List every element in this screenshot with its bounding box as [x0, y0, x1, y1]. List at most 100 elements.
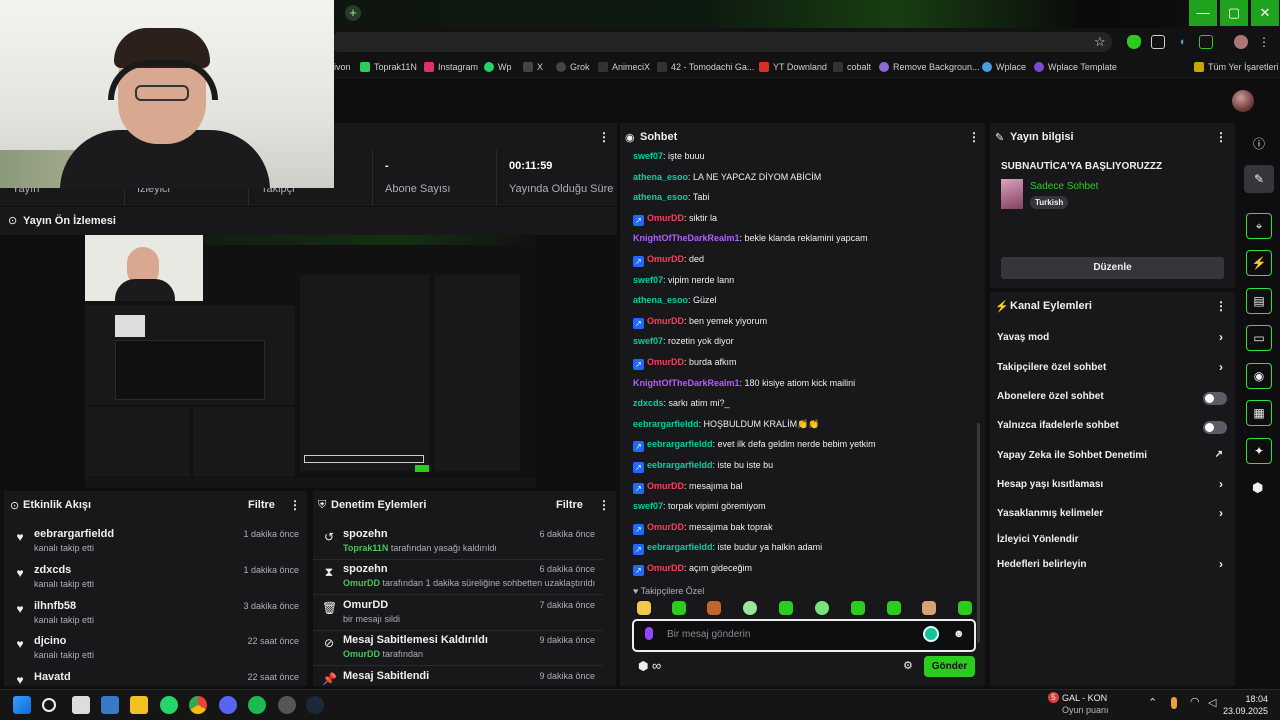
send-button[interactable]: Gönder: [924, 656, 975, 677]
chat-username[interactable]: swef07: [633, 151, 663, 161]
moderator-badge-icon[interactable]: ↗: [633, 523, 644, 535]
list-item[interactable]: ♥ zdxcds kanalı takip etti 1 dakika önce: [4, 560, 307, 596]
shield-extension-icon[interactable]: [1127, 35, 1141, 49]
address-bar[interactable]: [330, 32, 1112, 52]
chat-icon[interactable]: ▭: [1246, 325, 1272, 351]
chat-message[interactable]: ↗ OmurDD: mesajıma bal: [633, 479, 743, 494]
chat-message[interactable]: ↗ OmurDD: mesajıma bak toprak: [633, 520, 773, 535]
slow-mode-row[interactable]: Yavaş mod ›: [990, 330, 1235, 350]
wrench-icon[interactable]: ✦: [1246, 438, 1272, 464]
task-view-icon[interactable]: [72, 696, 90, 714]
windows-start-icon[interactable]: [13, 696, 31, 714]
chat-settings-gear-icon[interactable]: ⚙: [903, 659, 913, 672]
steam-icon[interactable]: [306, 696, 324, 714]
bookmark-item[interactable]: AnimeciX: [598, 60, 650, 74]
screenshot-extension-icon[interactable]: [1151, 35, 1165, 49]
emote-icon[interactable]: [887, 601, 901, 615]
chat-message[interactable]: swef07: torpak vipimi göremiyom: [633, 499, 766, 513]
bookmark-item[interactable]: YT Downland: [759, 60, 827, 74]
moderator-badge-icon[interactable]: ↗: [633, 441, 644, 453]
bookmark-item[interactable]: cobalt: [833, 60, 871, 74]
chat-message[interactable]: eebrargarfieldd: HOŞBULDUM KRALİM👏👏: [633, 417, 819, 431]
clock-date[interactable]: 23.09.2025: [1218, 706, 1268, 716]
stream-info-more-icon[interactable]: ⋮: [1215, 130, 1227, 144]
wifi-icon[interactable]: ◠: [1190, 695, 1200, 708]
ai-moderation-row[interactable]: Yapay Zeka ile Sohbet Denetimi ↗: [990, 449, 1235, 468]
scan-icon[interactable]: ⌖: [1246, 213, 1272, 239]
list-item[interactable]: ⧗ spozehn OmurDD tarafından 1 dakika sürel…: [313, 559, 603, 595]
chat-username[interactable]: KnightOfTheDarkRealm1: [633, 378, 740, 388]
bolt-icon[interactable]: ⚡: [1246, 250, 1272, 276]
moderator-badge-icon[interactable]: ↗: [633, 565, 644, 576]
list-item[interactable]: 🗑 OmurDD bir mesajı sildi 7 dakika önce: [313, 595, 603, 631]
clock-time[interactable]: 18:04: [1226, 694, 1268, 704]
grammarly-icon[interactable]: [923, 626, 939, 642]
chrome-icon[interactable]: [189, 696, 207, 714]
emoji-picker-icon[interactable]: ☻: [953, 628, 965, 640]
info-icon[interactable]: ⓘ: [1253, 135, 1265, 152]
moderator-badge-icon[interactable]: ↗: [633, 256, 644, 267]
chat-message[interactable]: KnightOfTheDarkRealm1: bekle klanda rekl…: [633, 231, 868, 245]
microphone-icon[interactable]: [645, 627, 653, 640]
emote-icon[interactable]: [743, 601, 757, 615]
chat-username[interactable]: KnightOfTheDarkRealm1: [633, 233, 740, 243]
chat-username[interactable]: zdxcds: [633, 398, 664, 408]
category-thumbnail[interactable]: [1001, 179, 1023, 209]
whatsapp-icon[interactable]: [160, 696, 178, 714]
emote-icon[interactable]: [922, 601, 936, 615]
chat-username[interactable]: swef07: [633, 501, 663, 511]
emote-icon[interactable]: [779, 601, 793, 615]
bookmark-item[interactable]: Instagram: [424, 60, 478, 74]
chat-username[interactable]: swef07: [633, 336, 663, 346]
chat-message[interactable]: swef07: işte buuu: [633, 149, 705, 163]
moderator-badge-icon[interactable]: ↗: [633, 359, 644, 370]
chat-message[interactable]: ↗ eebrargarfieldd: iste budur ya halkin a…: [633, 540, 822, 556]
edit-stream-button[interactable]: Düzenle: [1001, 257, 1224, 279]
chat-message[interactable]: ↗ eebrargarfieldd: evet ilk defa geldim n…: [633, 437, 876, 453]
volume-icon[interactable]: ◁: [1208, 696, 1216, 709]
bookmark-item[interactable]: 42 - Tomodachi Ga...: [657, 60, 754, 74]
close-window-button[interactable]: ✕: [1251, 0, 1279, 26]
activity-more-icon[interactable]: ⋮: [289, 498, 301, 512]
list-item[interactable]: ♥ ilhnfb58 kanalı takip etti 3 dakika önce: [4, 596, 307, 632]
emote-icon[interactable]: [815, 601, 829, 615]
user-avatar[interactable]: [1232, 90, 1254, 112]
emote-only-row[interactable]: Yalnızca ifadelerle sohbet: [990, 420, 1235, 438]
chat-message[interactable]: athena_esoo: LA NE YAPCAZ DİYOM ABİCİM: [633, 170, 821, 184]
bookmark-item[interactable]: Grok: [556, 60, 590, 74]
widgets-icon[interactable]: [101, 696, 119, 714]
bookmark-item[interactable]: ivon: [334, 60, 351, 74]
chat-message[interactable]: ↗ OmurDD: burda afkım: [633, 355, 737, 370]
moderator-badge-icon[interactable]: ↗: [633, 462, 644, 473]
chat-message[interactable]: ↗ OmurDD: ded: [633, 252, 704, 267]
emote-icon[interactable]: [637, 601, 651, 615]
emote-only-toggle[interactable]: [1203, 421, 1227, 434]
chat-username[interactable]: eebrargarfieldd: [647, 439, 713, 449]
chat-username[interactable]: athena_esoo: [633, 172, 688, 182]
game-title[interactable]: GAL - KON: [1062, 693, 1107, 703]
app-icon[interactable]: [278, 696, 296, 714]
chat-username[interactable]: OmurDD: [647, 522, 684, 532]
subscribers-only-row[interactable]: Abonelere özel sohbet: [990, 391, 1235, 409]
list-item[interactable]: ↺ spozehn Toprak11N tarafından yasağı kald…: [313, 524, 603, 560]
chat-more-icon[interactable]: ⋮: [968, 130, 980, 144]
chat-message[interactable]: athena_esoo: Tabi: [633, 190, 709, 204]
moderator-badge-icon[interactable]: ↗: [633, 214, 644, 226]
list-item[interactable]: ⊘ Mesaj Sabitlemesi Kaldırıldı OmurDD tara…: [313, 630, 603, 666]
chat-message[interactable]: ↗ OmurDD: ben yemek yiyorum: [633, 314, 767, 329]
bookmark-item[interactable]: Toprak11N: [360, 60, 417, 74]
emote-icon[interactable]: [958, 601, 972, 615]
chat-username[interactable]: OmurDD: [647, 357, 684, 367]
minimize-button[interactable]: —: [1189, 0, 1217, 26]
chat-username[interactable]: OmurDD: [647, 213, 684, 223]
profile-icon[interactable]: [1234, 35, 1248, 49]
chat-message[interactable]: ↗ OmurDD: siktir la: [633, 211, 717, 226]
maximize-button[interactable]: ▢: [1220, 0, 1248, 26]
mic-tray-icon[interactable]: [1171, 697, 1177, 709]
points-icon[interactable]: ⬢: [1252, 480, 1263, 496]
chat-username[interactable]: eebrargarfieldd: [647, 542, 713, 552]
emote-icon[interactable]: [851, 601, 865, 615]
chat-username[interactable]: athena_esoo: [633, 192, 688, 202]
chat-message[interactable]: ↗ eebrargarfieldd: iste bu iste bu: [633, 458, 773, 473]
chat-message[interactable]: swef07: vipim nerde lann: [633, 273, 734, 287]
